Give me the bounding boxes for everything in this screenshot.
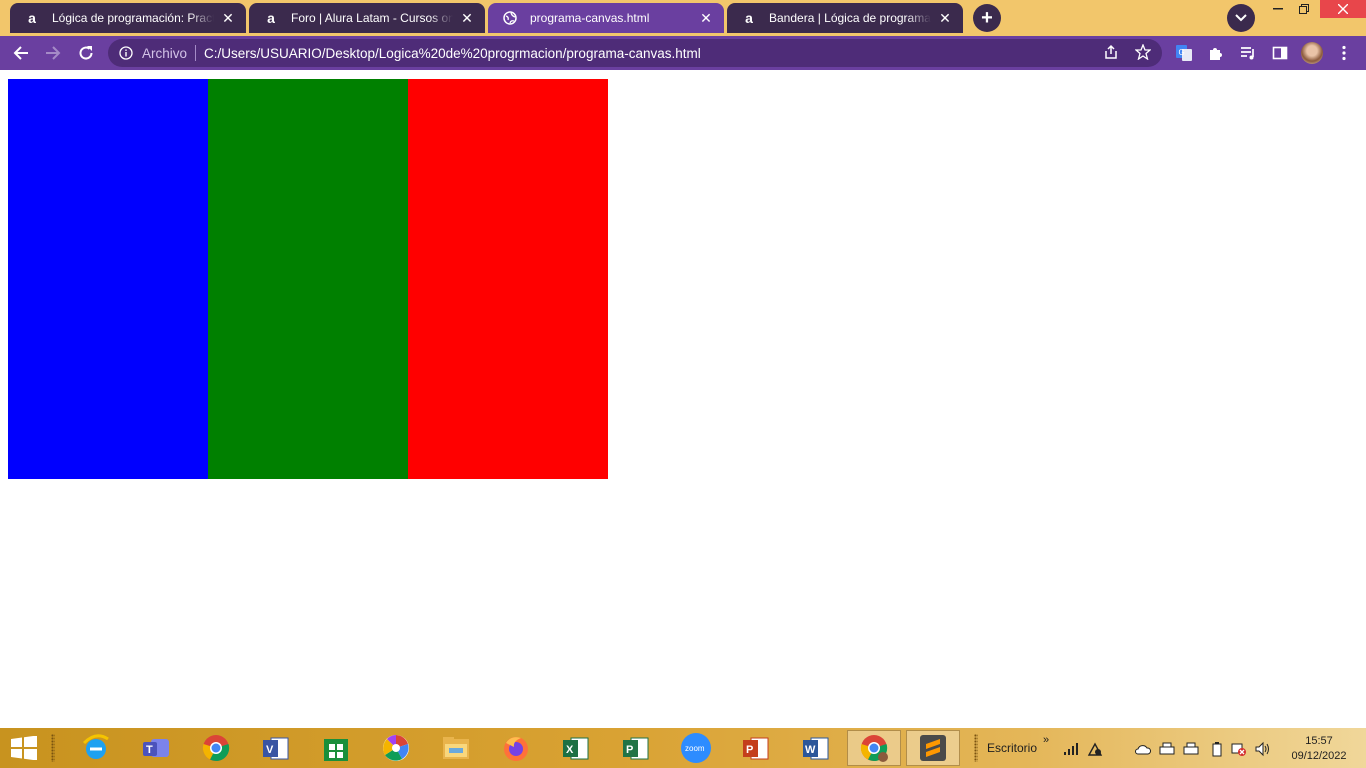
back-button[interactable] [8, 40, 34, 66]
translate-extension-button[interactable]: G [1174, 43, 1194, 63]
svg-text:X: X [566, 744, 574, 756]
excel-icon[interactable]: X [560, 732, 592, 764]
reload-button[interactable] [73, 40, 99, 66]
minimize-button[interactable] [1264, 0, 1292, 18]
flag-stripe-red [408, 79, 608, 479]
address-scheme-label: Archivo [142, 45, 188, 61]
extensions-button[interactable] [1206, 43, 1226, 63]
chrome-icon[interactable] [200, 732, 232, 764]
windows-taskbar: T V X P zoom P W Escritorio » 15:57 09/1… [0, 728, 1366, 768]
taskbar-grip[interactable] [974, 734, 978, 762]
tab-title: Bandera | Lógica de programación [769, 11, 931, 25]
chrome-active-icon[interactable] [847, 730, 901, 766]
network-icon[interactable] [1086, 740, 1104, 758]
teams-icon[interactable]: T [140, 732, 172, 764]
svg-text:V: V [266, 744, 274, 756]
visio-icon[interactable]: V [260, 732, 292, 764]
browser-menu-button[interactable] [1334, 43, 1354, 63]
puzzle-icon [1210, 48, 1222, 60]
svg-text:P: P [746, 744, 753, 756]
bookmark-star-button[interactable] [1133, 42, 1153, 62]
alura-icon: a [267, 10, 275, 26]
file-explorer-icon[interactable] [440, 732, 472, 764]
address-url[interactable]: C:/Users/USUARIO/Desktop/Logica%20de%20p… [204, 46, 701, 61]
tab-title: programa-canvas.html [530, 11, 650, 25]
info-icon[interactable] [118, 45, 134, 61]
chevron-down-icon [1235, 14, 1247, 22]
svg-text:W: W [805, 744, 816, 756]
restore-button[interactable] [1290, 0, 1318, 18]
browser-toolbar: Archivo C:/Users/USUARIO/Desktop/Logica%… [0, 36, 1366, 70]
reload-icon [79, 46, 93, 60]
close-tab-icon[interactable]: ✕ [937, 10, 953, 26]
volume-icon[interactable] [1254, 740, 1272, 758]
start-button[interactable] [10, 735, 38, 761]
browser-tab[interactable]: a Bandera | Lógica de programación ✕ [727, 3, 963, 33]
svg-text:G: G [1179, 48, 1185, 57]
side-panel-button[interactable] [1270, 43, 1290, 63]
no-connection-icon[interactable] [1230, 740, 1248, 758]
close-tab-icon[interactable]: ✕ [220, 10, 236, 26]
word-icon[interactable]: W [800, 732, 832, 764]
arrow-left-icon [13, 46, 28, 60]
globe-icon [502, 10, 518, 26]
printer-icon[interactable] [1182, 740, 1200, 758]
project-icon[interactable]: P [620, 732, 652, 764]
browser-tab[interactable]: a Lógica de programación: Practica ✕ [10, 3, 246, 33]
close-tab-icon[interactable]: ✕ [698, 10, 714, 26]
windows-logo-icon [11, 735, 37, 761]
battery-icon[interactable] [1208, 740, 1226, 758]
tab-strip: a Lógica de programación: Practica ✕ a F… [0, 0, 1366, 36]
forward-button[interactable] [40, 40, 66, 66]
sublime-icon[interactable] [906, 730, 960, 766]
system-clock[interactable]: 15:57 09/12/2022 [1284, 734, 1354, 764]
svg-text:T: T [146, 744, 153, 756]
close-window-button[interactable] [1320, 0, 1366, 18]
svg-text:zoom: zoom [685, 744, 705, 753]
flag-canvas [8, 79, 608, 479]
clock-date: 09/12/2022 [1291, 750, 1347, 762]
tab-search-button[interactable] [1227, 4, 1255, 32]
new-tab-button[interactable]: + [973, 4, 1001, 32]
browser-tab-active[interactable]: programa-canvas.html ✕ [488, 3, 724, 33]
internet-explorer-icon[interactable] [80, 732, 112, 764]
alura-icon: a [745, 10, 753, 26]
close-tab-icon[interactable]: ✕ [459, 10, 475, 26]
zoom-icon[interactable]: zoom [680, 732, 712, 764]
powerpoint-icon[interactable]: P [740, 732, 772, 764]
share-button[interactable] [1101, 42, 1121, 62]
restore-icon [1299, 4, 1309, 14]
svg-text:P: P [626, 744, 633, 756]
picasa-icon[interactable] [380, 732, 412, 764]
clock-time: 15:57 [1305, 735, 1333, 747]
star-icon [1135, 44, 1151, 60]
more-vertical-icon [1342, 45, 1346, 61]
store-icon[interactable] [320, 732, 352, 764]
share-icon [1105, 44, 1117, 59]
close-icon [1338, 4, 1348, 14]
cloud-sync-icon[interactable] [1134, 740, 1152, 758]
flag-stripe-green [208, 79, 408, 479]
playlist-icon [1241, 47, 1254, 60]
profile-avatar[interactable] [1301, 42, 1323, 64]
side-panel-icon [1272, 46, 1288, 60]
signal-icon[interactable] [1062, 740, 1080, 758]
address-bar[interactable]: Archivo C:/Users/USUARIO/Desktop/Logica%… [108, 39, 1162, 67]
arrow-right-icon [46, 46, 61, 60]
firefox-icon[interactable] [500, 732, 532, 764]
flag-stripe-blue [8, 79, 208, 479]
tab-title: Lógica de programación: Practica [52, 11, 214, 25]
google-translate-icon: G [1176, 45, 1192, 61]
desktop-toolbar-label[interactable]: Escritorio [987, 741, 1037, 755]
address-separator [195, 45, 197, 61]
taskbar-grip[interactable] [51, 734, 55, 762]
alura-icon: a [28, 10, 36, 26]
tab-title: Foro | Alura Latam - Cursos online [291, 11, 453, 25]
media-control-button[interactable] [1238, 43, 1258, 63]
minimize-icon [1273, 8, 1283, 10]
printer-icon[interactable] [1158, 740, 1176, 758]
toolbar-overflow-chevron[interactable]: » [1043, 734, 1049, 746]
browser-tab[interactable]: a Foro | Alura Latam - Cursos online ✕ [249, 3, 485, 33]
page-viewport [0, 70, 1366, 728]
